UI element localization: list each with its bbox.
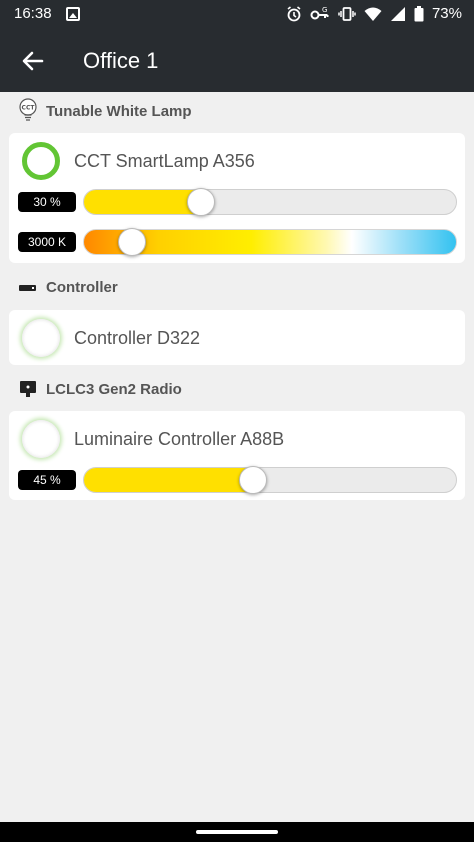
brightness-slider-thumb[interactable] (238, 466, 267, 494)
home-gesture-handle[interactable] (196, 830, 278, 834)
device-card-cct-smartlamp[interactable]: CCT SmartLamp A356 30 % 3000 K (9, 133, 465, 263)
section-header-lclc3-gen2-radio: LCLC3 Gen2 Radio (18, 379, 182, 399)
wifi-icon (364, 7, 382, 21)
status-time: 16:38 (14, 5, 52, 22)
section-header-tunable-white-lamp: CCT Tunable White Lamp (18, 98, 192, 124)
section-header-controller: Controller (18, 279, 118, 296)
status-bar: 16:38 G 73% (0, 0, 474, 30)
section-title: LCLC3 Gen2 Radio (46, 380, 182, 398)
device-power-toggle[interactable] (22, 420, 60, 458)
device-name: Luminaire Controller A88B (74, 429, 285, 449)
page-title: Office 1 (83, 48, 159, 73)
back-button[interactable] (18, 46, 48, 76)
alarm-icon (287, 5, 301, 21)
status-icons: G 73% (286, 5, 462, 22)
device-power-toggle[interactable] (22, 142, 60, 180)
brightness-slider[interactable] (83, 467, 457, 493)
brightness-value: 30 % (18, 192, 76, 212)
svg-text:CCT: CCT (22, 105, 36, 112)
arrow-back-icon (22, 51, 44, 71)
device-name: CCT SmartLamp A356 (74, 151, 255, 171)
svg-text:G: G (322, 6, 327, 14)
navigation-bar (0, 822, 474, 842)
battery-percent: 73% (431, 5, 462, 22)
brightness-value: 45 % (18, 470, 76, 490)
cct-bulb-icon: CCT (19, 98, 37, 121)
brightness-fill (84, 468, 252, 492)
color-temperature-slider-thumb[interactable] (117, 228, 146, 256)
device-card-controller-d322[interactable]: Controller D322 (9, 310, 465, 365)
cct-value: 3000 K (18, 232, 76, 252)
device-power-toggle[interactable] (22, 319, 60, 357)
section-title: Controller (46, 279, 118, 296)
section-title: Tunable White Lamp (46, 102, 192, 120)
vibrate-icon (338, 6, 356, 21)
device-card-luminaire-controller[interactable]: Luminaire Controller A88B 45 % (9, 411, 465, 500)
gallery-notification-icon (66, 7, 80, 21)
cellular-signal-icon (390, 6, 405, 21)
battery-icon (414, 5, 424, 21)
key-notification-icon: G (310, 6, 329, 19)
brightness-slider-thumb[interactable] (186, 188, 215, 216)
app-bar: Office 1 (0, 30, 474, 92)
controller-icon (19, 284, 36, 291)
brightness-fill (84, 190, 196, 214)
device-name: Controller D322 (74, 328, 201, 348)
radio-icon (20, 381, 36, 397)
brightness-slider[interactable] (83, 189, 457, 215)
